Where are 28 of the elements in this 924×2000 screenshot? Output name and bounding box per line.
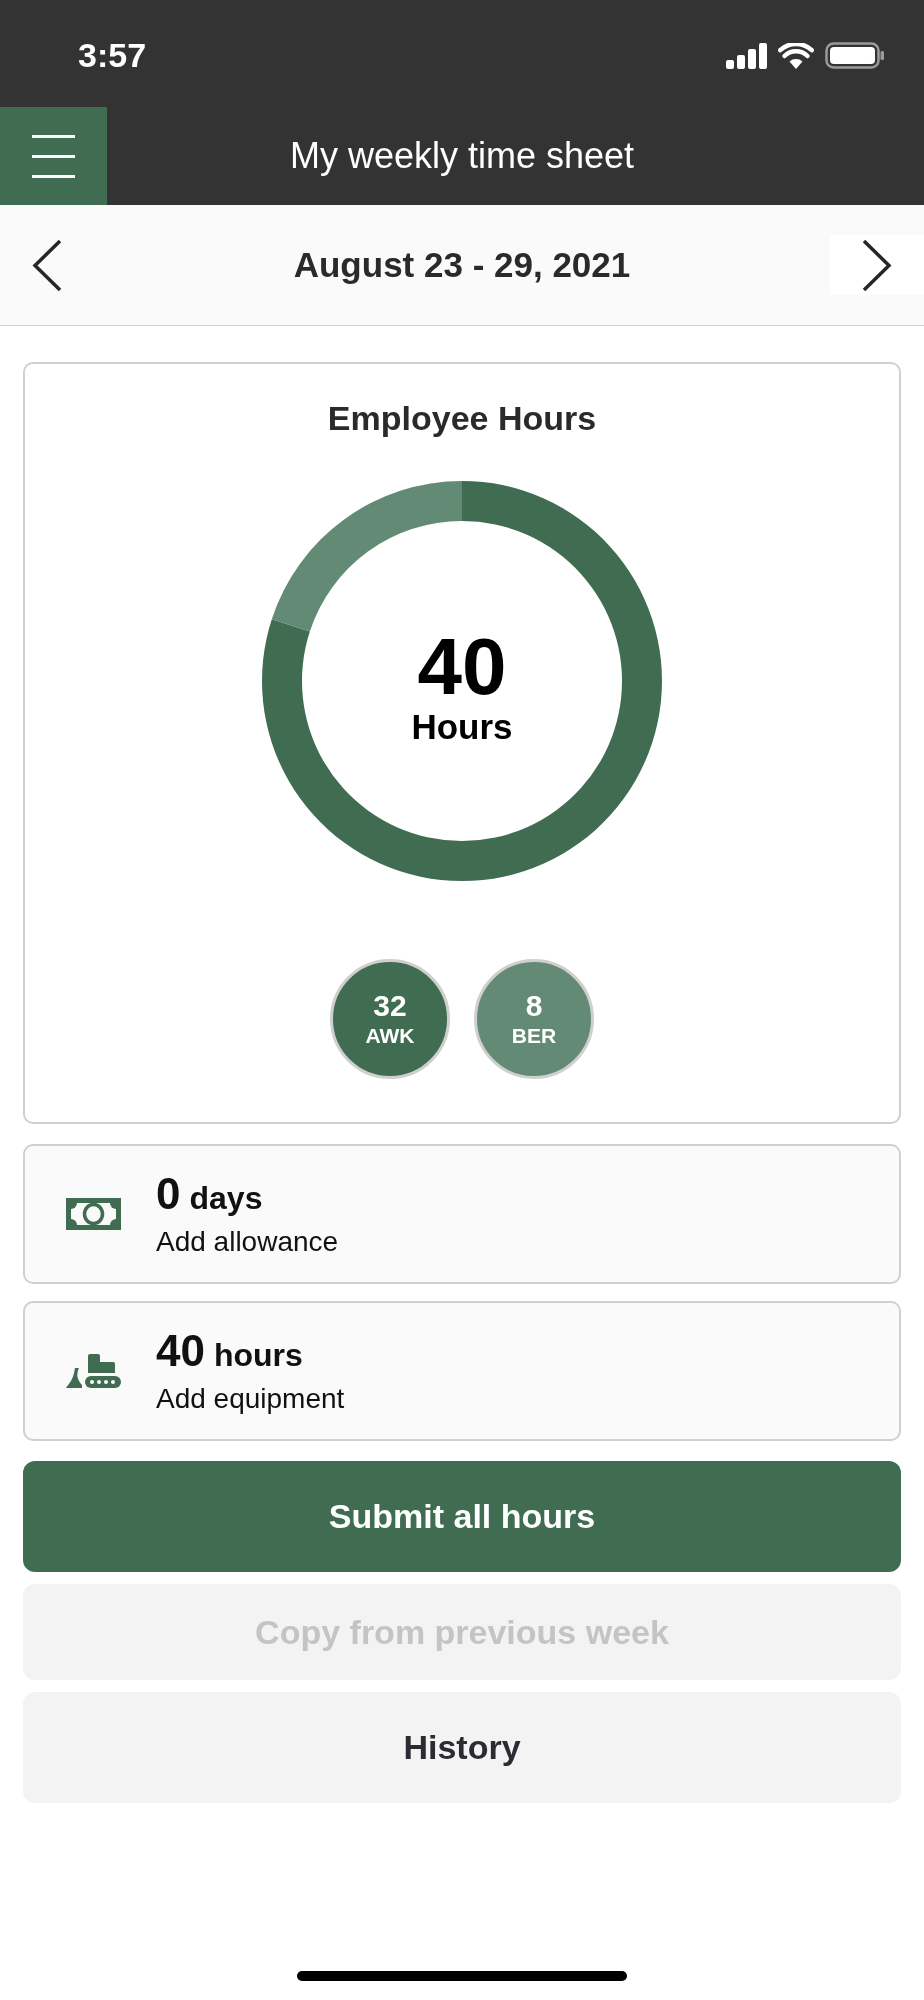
action-button[interactable]: Submit all hours (23, 1461, 901, 1572)
amount-text: 0 days (156, 1169, 264, 1219)
legend-value: 8 (525, 989, 543, 1023)
total-hours-value: 40 (417, 627, 507, 707)
menu-button[interactable] (0, 107, 107, 205)
summary-card[interactable]: 40 hours Add equipment (23, 1301, 901, 1441)
action-text: Add allowance (156, 1225, 339, 1259)
legend-value: 32 (373, 989, 407, 1023)
chevron-left-icon (32, 238, 62, 292)
chevron-right-icon (862, 238, 892, 292)
action-text: Add equipment (156, 1382, 345, 1416)
status-time: 3:57 (78, 35, 147, 76)
signal-icon (726, 42, 767, 69)
action-button[interactable]: History (23, 1692, 901, 1803)
menu-icon (32, 134, 75, 178)
card-title: Employee Hours (327, 398, 597, 438)
amount-text: 40 hours (156, 1326, 304, 1376)
wifi-icon (778, 42, 814, 69)
bulldozer-icon (66, 1354, 121, 1388)
header-title: My weekly time sheet (289, 134, 635, 178)
summary-card[interactable]: 0 days Add allowance (23, 1144, 901, 1284)
banknote-icon (66, 1198, 121, 1230)
legend-label: AWK (365, 1023, 415, 1049)
total-hours-label: Hours (411, 707, 513, 747)
week-date-range: August 23 - 29, 2021 (293, 243, 631, 286)
legend-label: BER (511, 1023, 557, 1049)
battery-icon (825, 42, 884, 69)
next-week-button[interactable] (830, 235, 924, 295)
